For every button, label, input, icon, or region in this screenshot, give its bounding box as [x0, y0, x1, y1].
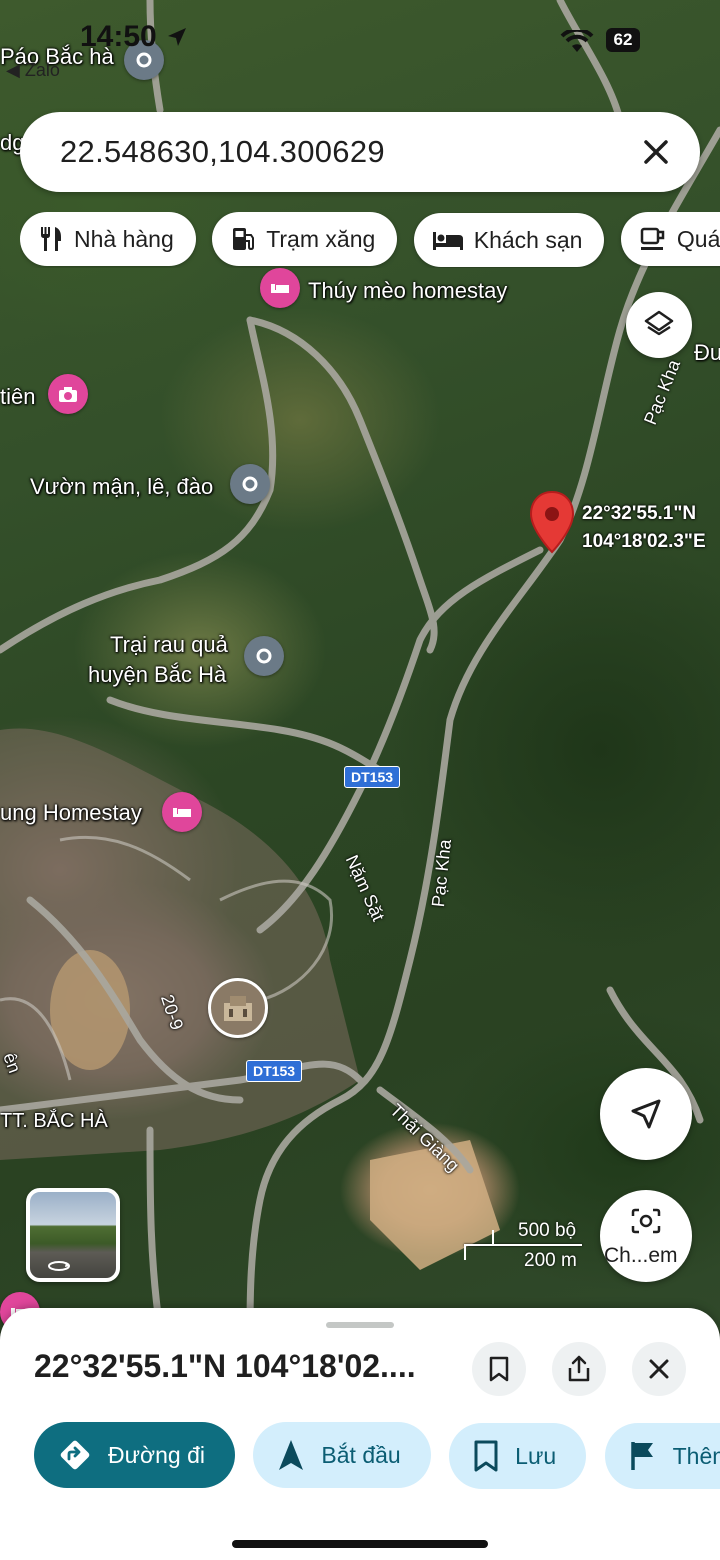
share-button[interactable] [552, 1342, 606, 1396]
close-sheet-button[interactable] [632, 1342, 686, 1396]
battery-indicator: 62 [606, 28, 640, 52]
place-label[interactable]: Vườn mận, lê, đào [30, 474, 213, 500]
save-icon-button[interactable] [472, 1342, 526, 1396]
category-chips: Nhà hàng Trạm xăng Khách sạn Quán [20, 212, 720, 268]
chip-restaurants[interactable]: Nhà hàng [20, 212, 196, 266]
gas-station-icon [233, 228, 255, 251]
bed-icon [432, 232, 463, 250]
place-pin-icon[interactable] [244, 636, 284, 676]
map-scale: 500 bộ 200 m [460, 1220, 590, 1280]
action-label: Bắt đầu [321, 1441, 401, 1468]
status-time: 14:50 [80, 20, 157, 53]
chip-label: Nhà hàng [74, 225, 174, 252]
search-input[interactable]: 22.548630,104.300629 [60, 134, 385, 170]
cafe-icon [640, 227, 665, 250]
place-sheet[interactable]: 22°32'55.1"N 104°18'02.... Đường đi Bắt … [0, 1308, 720, 1560]
start-button[interactable]: Bắt đầu [253, 1422, 431, 1488]
chip-label: Trạm xăng [266, 225, 376, 252]
dropped-pin-icon[interactable] [528, 490, 576, 556]
layers-button[interactable] [626, 292, 692, 358]
road-badge: DT153 [246, 1060, 303, 1082]
save-button[interactable]: Lưu [449, 1423, 587, 1489]
chip-label: Khách sạn [473, 226, 583, 253]
place-pin-icon[interactable] [230, 464, 270, 504]
place-label[interactable]: TT. BẮC HÀ [0, 1110, 108, 1133]
rotate-360-icon [48, 1261, 70, 1271]
home-indicator[interactable] [232, 1540, 488, 1548]
camera-search-icon [631, 1208, 661, 1234]
close-icon[interactable] [638, 134, 674, 170]
close-icon [649, 1359, 669, 1379]
fork-knife-icon [41, 227, 61, 251]
share-icon [568, 1355, 590, 1382]
location-arrow-icon [168, 28, 186, 46]
directions-button[interactable]: Đường đi [34, 1422, 235, 1488]
place-label[interactable]: huyện Bắc Hà [88, 662, 226, 688]
action-buttons: Đường đi Bắt đầu Lưu Thêm [34, 1422, 720, 1490]
chip-gas-stations[interactable]: Trạm xăng [212, 212, 398, 266]
place-label[interactable]: Thúy mèo homestay [308, 278, 507, 304]
lens-button[interactable] [600, 1190, 692, 1282]
lens-label: Ch...em [604, 1244, 678, 1267]
status-bar: 14:50 62 ◀ Zalo [0, 18, 720, 80]
place-label: Đư [694, 340, 720, 365]
drag-handle[interactable] [326, 1322, 394, 1328]
action-label: Đường đi [108, 1441, 205, 1468]
navigation-arrow-icon [631, 1099, 661, 1129]
place-label[interactable]: Trại rau quả [110, 632, 228, 658]
directions-icon [60, 1440, 90, 1470]
pin-latitude: 22°32'55.1"N [582, 503, 697, 524]
layers-icon [644, 310, 674, 336]
hotel-pin-icon[interactable] [162, 792, 202, 832]
action-label: Thêm [672, 1442, 720, 1469]
action-label: Lưu [515, 1442, 557, 1469]
flag-icon [630, 1442, 653, 1470]
street-view-thumbnail[interactable] [26, 1188, 120, 1282]
photo-pin-icon[interactable] [208, 978, 268, 1038]
wifi-icon [560, 30, 594, 52]
back-to-app[interactable]: ◀ Zalo [6, 60, 60, 81]
scale-imperial: 500 bộ [518, 1220, 577, 1241]
bookmark-icon [474, 1440, 498, 1472]
back-app-label: Zalo [24, 60, 60, 80]
road-badge: DT153 [344, 766, 401, 788]
chip-cafes[interactable]: Quán [620, 212, 720, 266]
pin-coordinates: 22°32'55.1"N 104°18'02.3"E [582, 500, 706, 556]
search-bar[interactable]: 22.548630,104.300629 [20, 112, 700, 192]
hotel-pin-icon[interactable] [260, 268, 300, 308]
place-title: 22°32'55.1"N 104°18'02.... [34, 1348, 416, 1384]
pin-longitude: 104°18'02.3"E [582, 531, 706, 552]
more-button[interactable]: Thêm [604, 1423, 720, 1489]
my-location-button[interactable] [600, 1068, 692, 1160]
place-label[interactable]: tiên [0, 384, 35, 410]
bookmark-icon [489, 1356, 509, 1382]
scale-metric: 200 m [524, 1250, 577, 1271]
camera-pin-icon[interactable] [48, 374, 88, 414]
navigation-arrow-icon [279, 1440, 304, 1470]
place-label[interactable]: ung Homestay [0, 800, 142, 826]
chip-hotels[interactable]: Khách sạn [413, 213, 605, 267]
chip-label: Quán [676, 225, 720, 252]
